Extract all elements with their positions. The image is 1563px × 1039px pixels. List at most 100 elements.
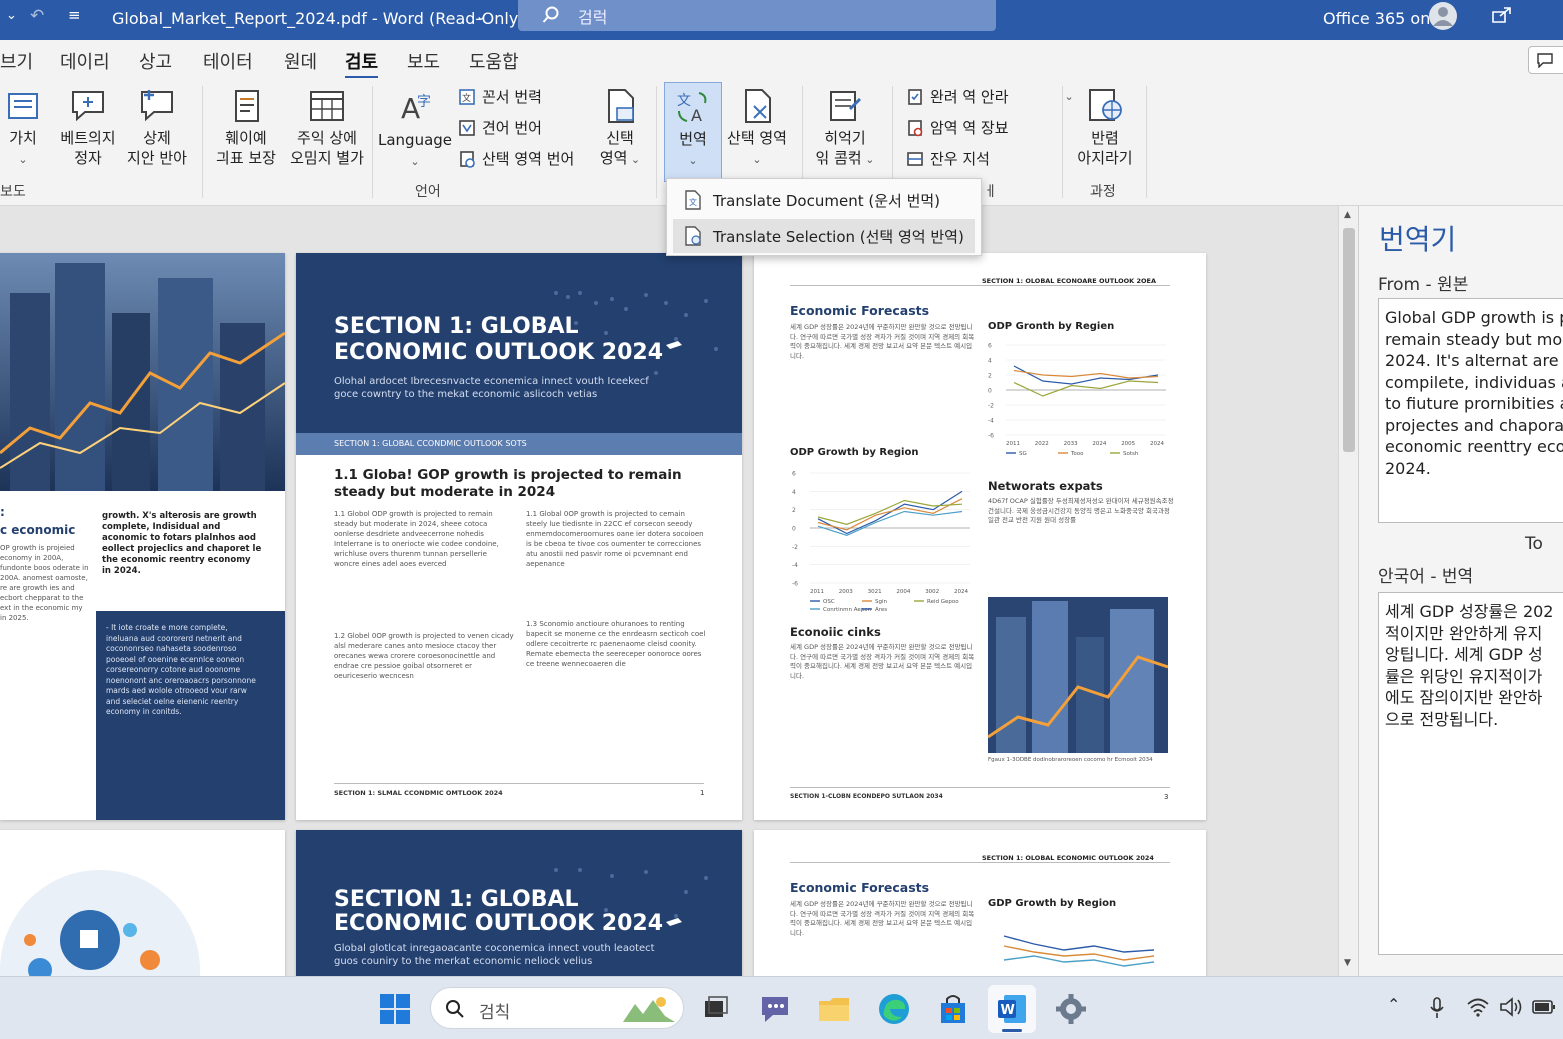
document-title[interactable]: Global_Market_Report_2024.pdf - Word (Re… [112,9,525,28]
ribbon-label: 상제 [143,129,171,147]
source-line: 2024. [1385,458,1431,478]
microphone-icon[interactable] [1428,997,1446,1019]
ribbon-small-button[interactable]: 완려 역 안라 ⌄ [906,86,1074,107]
ribbon-button-10[interactable]: 반렴 아지라기 [1068,88,1142,168]
reviewing-pane-icon [907,151,923,166]
menu-item[interactable]: 데이리 [60,48,110,74]
undo-icon[interactable]: ↶ [30,6,44,26]
ribbon-small-button[interactable]: 잔우 지석 [906,148,990,169]
task-view-icon[interactable] [697,991,733,1027]
scroll-thumb[interactable] [1343,228,1355,452]
menu-item[interactable]: 상고 [139,48,172,74]
translate-button[interactable]: 文A 번역 ⌄ [664,82,722,182]
ribbon-button-3[interactable]: 상제 지안 반아 [124,88,190,168]
quick-access-chevron-icon[interactable]: ⌄ [6,8,17,23]
menu-item-review[interactable]: 검토 [345,48,379,79]
file-explorer-icon[interactable] [816,991,852,1027]
y-tick-label: 6 [988,343,992,350]
scroll-down-icon[interactable]: ▼ [1344,958,1351,968]
footer-rule [790,787,1170,788]
target-line: 세계 GDP 성장률은 202 [1385,602,1554,621]
comments-button[interactable] [1528,46,1563,74]
document-view-icon [8,93,38,119]
search-box[interactable]: 검럭 [518,0,996,31]
start-windows-icon[interactable] [377,991,413,1027]
left-colon: : [0,505,5,519]
scroll-up-icon[interactable]: ▲ [1344,210,1351,220]
taskbar-search[interactable]: 검칙 [430,987,684,1029]
chart-odp-growth-1: 6 4 2 0 -2 -4 -6 2011 2022 2033 2024 2005 2024 SG Tooo… [988,343,1166,457]
volume-icon[interactable] [1499,997,1523,1017]
networks-text: 4D67f OCAP 실험률장 두성최제성저성오 완대이저 세규정원속조정건설니… [988,497,1174,524]
ribbon-button-7[interactable]: 신택 영역 ⌄ [594,88,646,170]
page-thumbnail[interactable] [0,830,285,976]
title-chevron-icon[interactable]: ⌄ [476,9,486,23]
ribbon-small-button[interactable]: 文 꼰서 번력 [458,86,542,107]
ribbon-small-label: 완려 역 안라 [930,88,1009,106]
ribbon-button-2[interactable]: 베트의지 정자 [56,88,120,168]
page-thumbnail[interactable]: SECTION 1: OLOBAL ECONOMIC OUTLOOK 2024 … [754,830,1206,976]
ribbon-button-4[interactable]: 훼이예 긔표 보장 [212,88,280,168]
menu-item[interactable]: 브기 [0,48,33,74]
svg-text:文: 文 [677,93,691,109]
article-col2-para2: 1.3 Sconomio anctioure ohuranoes to rent… [526,620,706,668]
x-tick-label: 2024 [1150,441,1164,447]
ribbon-button-1[interactable]: 가치 ⌄ [0,88,46,170]
ribbon-small-button[interactable]: 산택 영역 번어 [458,148,574,169]
legend-label: Reid Gepoo [927,599,959,605]
word-taskbar-active[interactable]: W [988,985,1036,1033]
document-canvas[interactable]: : c economic OP growth is projeied econo… [0,206,1338,976]
y-tick-label: 0 [792,526,796,533]
language-button[interactable]: A字 Language ⌄ [378,88,452,172]
page-thumbnail[interactable]: : c economic OP growth is projeied econo… [0,253,285,820]
menu-item[interactable]: 도움합 [469,48,519,74]
menu-item[interactable]: 테이터 [203,48,253,74]
menu-item[interactable]: 원데 [284,48,317,74]
target-language-label[interactable]: 안국어 - 번역 [1378,562,1473,587]
teams-chat-icon[interactable] [757,991,793,1027]
ribbon-label: Language [378,131,453,149]
legend-label: Conrtinmn Aepon [823,607,872,613]
ribbon-small-button[interactable]: 견어 번어 [458,117,542,138]
account-label[interactable]: Office 365 on [1323,9,1430,28]
edge-browser-icon[interactable] [876,991,912,1027]
y-tick-label: 6 [792,471,796,478]
from-label[interactable]: From - 원본 [1378,270,1468,295]
translate-document-item[interactable]: 文 Translate Document (운서 번먹) [673,183,975,217]
ribbon-button-8[interactable]: 산택 영역 ⌄ [722,88,792,170]
page-number: 3 [1164,793,1169,801]
to-label[interactable]: To [1525,534,1543,554]
tray-chevron-up-icon[interactable]: ⌃ [1387,995,1400,1014]
vertical-scrollbar[interactable]: ▲ ▼ [1338,206,1358,976]
page-header: SECTION 1: OLOBAL ECONOARE OUTLOOK 2OEA [982,277,1156,285]
section-title-line1: SECTION 1: GLOBAL [334,314,579,339]
legend-label: Ares [875,607,887,613]
translate-selection-item[interactable]: Translate Selection (선택 영억 반역) [673,219,975,253]
settings-gear-icon[interactable] [1053,991,1089,1027]
page-thumbnail[interactable]: SECTION 1: OLOBAL ECONOARE OUTLOOK 2OEA … [754,253,1206,820]
left-box-text: - It iote croate e more complete, inelua… [106,623,256,716]
wifi-icon[interactable] [1466,997,1490,1017]
share-icon[interactable] [1490,6,1512,26]
translated-text-box[interactable]: 세계 GDP 성장률은 202 적이지만 완안하게 유지 앙팁니다. 세계 GD… [1378,592,1563,955]
battery-icon[interactable] [1532,999,1556,1015]
store-icon[interactable] [935,991,971,1027]
menu-item[interactable]: 보도 [407,48,440,74]
source-text-box[interactable]: Global GDP growth is p remain steady but… [1378,298,1563,523]
section-subtitle: Global glotlcat inregaoacante coconemica… [334,943,655,967]
avatar[interactable] [1428,1,1458,31]
ribbon-label: 주익 상에 [297,129,357,147]
y-tick-label: -4 [792,562,798,569]
comment-icon [1537,53,1553,68]
page-thumbnail[interactable]: SECTION 1: GLOBAL ECONOMIC OUTLOOK 2024 … [296,253,742,820]
page-footer: SECTION 1: SLMAL CCONDMIC OMTLOOK 2024 [334,789,503,797]
ribbon-small-button[interactable]: 암역 역 장뵤 [906,117,1009,138]
svg-text:文: 文 [462,92,471,104]
chart-gdp-growth-preview [1003,935,1155,967]
target-line: 으로 전망됩니다. [1385,709,1499,729]
econ-forecasts-text: 세계 GDP 성장률은 2024년에 꾸준하지만 완만할 것으로 전망됩니다. … [790,323,975,360]
ribbon-button-9[interactable]: 히억기 읶 콤컦 ⌄ [808,88,882,170]
ribbon-button-5[interactable]: 주익 상에 오밈지 별가 [286,88,368,168]
page-thumbnail[interactable]: SECTION 1: GLOBAL ECONOMIC OUTLOOK 2024 … [296,830,742,976]
customize-toolbar-icon[interactable]: ≡ [68,6,81,24]
